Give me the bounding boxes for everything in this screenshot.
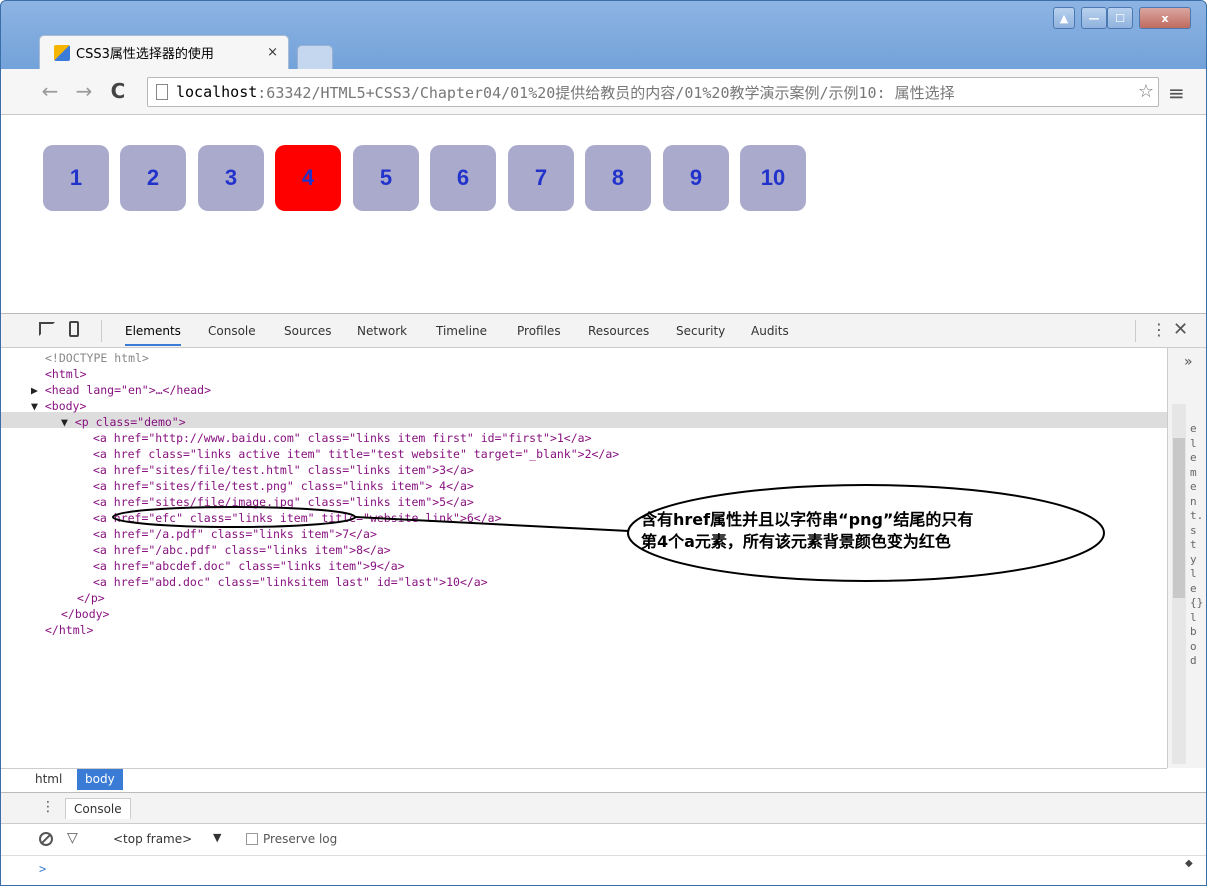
code-row[interactable]: <a href="/abc.pdf" class="links item">8<…	[93, 542, 391, 558]
devtools-panel: Elements Console Sources Network Timelin…	[1, 313, 1206, 885]
console-prompt[interactable]: >	[39, 862, 46, 876]
url-path: :63342/HTML5+CSS3/Chapter04/01%20提供给教员的内…	[257, 83, 955, 102]
breadcrumb: html body	[1, 768, 1167, 790]
page-link-3[interactable]: 3	[198, 145, 264, 211]
side-pane-text: element.style{}lbod	[1190, 422, 1204, 667]
p-open-line[interactable]: ▼ <p class="demo">	[61, 414, 186, 430]
reload-button[interactable]: C	[105, 77, 131, 105]
tab-close-icon[interactable]: ×	[267, 45, 278, 60]
expand-pane-icon[interactable]: »	[1184, 354, 1193, 370]
back-button[interactable]: ←	[37, 77, 63, 105]
code-row[interactable]: <a href="abd.doc" class="linksitem last"…	[93, 574, 488, 590]
breadcrumb-body[interactable]: body	[77, 769, 123, 790]
collapse-arrow-icon[interactable]: ▼	[31, 399, 45, 413]
drawer-more-icon[interactable]: ⋮	[41, 799, 55, 815]
p-node: <p class="demo">	[74, 415, 186, 429]
menu-icon[interactable]: ≡	[1168, 81, 1185, 105]
title-bar: CSS3属性选择器的使用 × ▲ — ☐ x	[1, 1, 1206, 79]
tab-profiles[interactable]: Profiles	[517, 324, 561, 338]
drawer-tab-console[interactable]: Console	[65, 798, 131, 819]
expand-arrow-icon[interactable]: ▶	[31, 383, 45, 397]
code-row[interactable]: <a href="abcdef.doc" class="links item">…	[93, 558, 405, 574]
page-icon	[156, 84, 168, 100]
minimize-button[interactable]: —	[1081, 7, 1107, 29]
tab-elements[interactable]: Elements	[125, 324, 181, 346]
html-open-line[interactable]: <html>	[45, 366, 87, 382]
tab-sources[interactable]: Sources	[284, 324, 331, 338]
more-icon[interactable]: ⋮	[1151, 320, 1167, 339]
collapse-arrow-icon[interactable]: ▼	[61, 415, 75, 429]
clear-console-icon[interactable]	[39, 832, 53, 846]
scrollbar-thumb[interactable]	[1173, 438, 1185, 598]
console-toolbar: ▽ <top frame> ▼ Preserve log	[1, 824, 1206, 856]
annotation-line-1: 含有href属性并且以字符串“png”结尾的只有	[641, 510, 974, 529]
page-link-8[interactable]: 8	[585, 145, 651, 211]
annotation-text: 含有href属性并且以字符串“png”结尾的只有 第4个a元素，所有该元素背景颜…	[641, 509, 1081, 553]
device-mode-icon[interactable]	[69, 321, 79, 337]
console-drawer-bar: ⋮ Console	[1, 792, 1206, 824]
html-close-line[interactable]: </html>	[45, 622, 93, 638]
page-link-5[interactable]: 5	[353, 145, 419, 211]
page-link-6[interactable]: 6	[430, 145, 496, 211]
preserve-log-label: Preserve log	[263, 832, 338, 846]
forward-button[interactable]: →	[71, 77, 97, 105]
url-host: localhost	[176, 83, 258, 101]
tab-active[interactable]: CSS3属性选择器的使用 ×	[39, 35, 289, 69]
page-link-7[interactable]: 7	[508, 145, 574, 211]
devtools-tabbar: Elements Console Sources Network Timelin…	[1, 314, 1206, 348]
close-devtools-icon[interactable]: ✕	[1173, 319, 1188, 340]
head-line[interactable]: ▶ <head lang="en">…</head>	[31, 382, 211, 398]
code-row[interactable]: <a href="sites/file/image.jpg" class="li…	[93, 494, 474, 510]
chevron-down-icon[interactable]: ▼	[213, 831, 221, 844]
code-row[interactable]: <a href class="links active item" title=…	[93, 446, 619, 462]
page-link-2[interactable]: 2	[120, 145, 186, 211]
scroll-arrows-icon[interactable]: ◆	[1185, 858, 1193, 869]
maximize-button[interactable]: ☐	[1107, 7, 1133, 29]
page-link-10[interactable]: 10	[740, 145, 806, 211]
tab-resources[interactable]: Resources	[588, 324, 649, 338]
code-row[interactable]: <a href="sites/file/test.png" class="lin…	[93, 478, 474, 494]
tab-security[interactable]: Security	[676, 324, 725, 338]
code-row[interactable]: <a href="sites/file/test.html" class="li…	[93, 462, 474, 478]
styles-side-pane: » element.style{}lbod	[1167, 348, 1206, 768]
body-close-line[interactable]: </body>	[61, 606, 109, 622]
bookmark-star-icon[interactable]: ☆	[1135, 81, 1154, 102]
elements-tree: <!DOCTYPE html> <html> ▶ <head lang="en"…	[1, 348, 1167, 768]
breadcrumb-html[interactable]: html	[35, 772, 62, 786]
frame-select[interactable]: <top frame>	[113, 832, 192, 846]
code-row[interactable]: <a href="efc" class="links item" title="…	[93, 510, 502, 526]
preserve-log-checkbox[interactable]	[246, 833, 258, 845]
page-link-1[interactable]: 1	[43, 145, 109, 211]
address-bar[interactable]: localhost :63342/HTML5+CSS3/Chapter04/01…	[147, 77, 1159, 107]
favicon-icon	[54, 44, 70, 61]
body-node: <body>	[44, 399, 87, 413]
browser-window: CSS3属性选择器的使用 × ▲ — ☐ x ← → C localhost :…	[0, 0, 1207, 886]
head-node: <head lang="en">…</head>	[44, 383, 212, 397]
body-open-line[interactable]: ▼ <body>	[31, 398, 86, 414]
page-link-9[interactable]: 9	[663, 145, 729, 211]
divider	[1135, 320, 1136, 342]
inspect-icon[interactable]	[39, 322, 55, 336]
code-row[interactable]: <a href="/a.pdf" class="links item">7</a…	[93, 526, 377, 542]
new-tab-button[interactable]	[297, 45, 333, 69]
filter-icon[interactable]: ▽	[67, 830, 78, 846]
browser-toolbar: ← → C localhost :63342/HTML5+CSS3/Chapte…	[1, 69, 1206, 115]
tab-network[interactable]: Network	[357, 324, 407, 338]
tab-timeline[interactable]: Timeline	[436, 324, 487, 338]
doctype-line: <!DOCTYPE html>	[45, 351, 149, 365]
annotation-line-2: 第4个a元素，所有该元素背景颜色变为红色	[641, 532, 951, 551]
page-link-4[interactable]: 4	[275, 145, 341, 211]
code-row[interactable]: <a href="http://www.baidu.com" class="li…	[93, 430, 592, 446]
page-viewport: 1 2 3 4 5 6 7 8 9 10	[1, 115, 1206, 313]
divider	[101, 320, 102, 342]
tab-console[interactable]: Console	[208, 324, 256, 338]
tab-audits[interactable]: Audits	[751, 324, 789, 338]
tab-title: CSS3属性选择器的使用	[76, 47, 214, 62]
close-window-button[interactable]: x	[1139, 7, 1191, 29]
user-icon[interactable]: ▲	[1053, 7, 1075, 29]
p-close-line[interactable]: </p>	[77, 590, 105, 606]
